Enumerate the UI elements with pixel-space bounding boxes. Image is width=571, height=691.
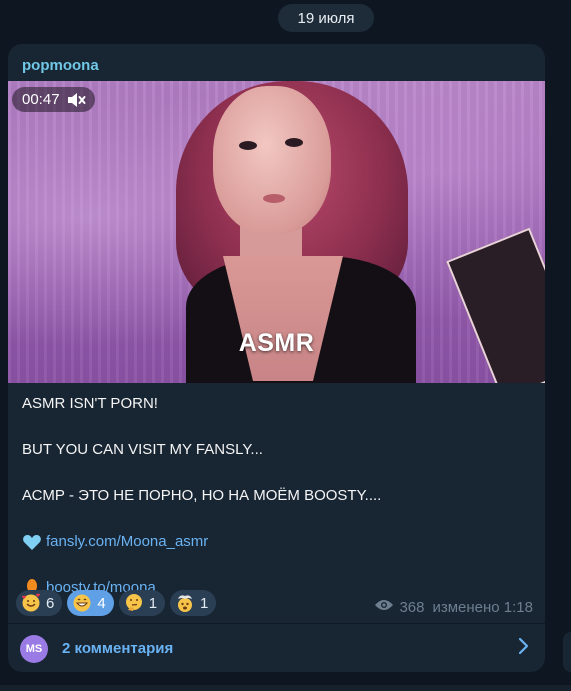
- video-time-badge[interactable]: 00:47: [12, 87, 95, 112]
- views-count: 368: [399, 598, 425, 616]
- date-separator: 19 июля: [278, 4, 374, 32]
- post-meta: 368 изменено 1:18: [374, 598, 533, 616]
- exploding-head-icon: [175, 593, 195, 613]
- reaction-smiling-hearts[interactable]: 6: [16, 590, 63, 616]
- adjacent-panel-edge: [563, 632, 571, 672]
- reaction-count: 1: [148, 594, 158, 612]
- comments-label: 2 комментария: [62, 640, 174, 657]
- channel-name[interactable]: popmoona: [22, 57, 99, 74]
- reaction-count: 1: [200, 594, 209, 612]
- message-line: BUT YOU CAN VISIT MY FANSLY...: [22, 441, 263, 458]
- grinning-face-icon: [72, 593, 92, 613]
- comments-divider: [8, 623, 545, 624]
- video-duration: 00:47: [22, 91, 60, 108]
- message-text: ASMR ISN'T PORN! BUT YOU CAN VISIT MY FA…: [22, 392, 532, 599]
- reaction-exploding-head[interactable]: 1: [170, 590, 217, 616]
- bottom-bar: [0, 685, 571, 691]
- eye-icon: [374, 598, 394, 616]
- comments-button[interactable]: MS 2 комментария: [8, 625, 545, 672]
- reaction-thinking[interactable]: 1: [118, 590, 166, 616]
- reaction-grinning-selected[interactable]: 4: [67, 590, 114, 616]
- fansly-link-row: fansly.com/Moona_asmr: [22, 530, 532, 553]
- commenter-avatar: MS: [20, 634, 48, 663]
- video-player[interactable]: ASMR 00:47: [8, 81, 545, 383]
- message-line: ASMR ISN'T PORN!: [22, 395, 158, 412]
- smiling-face-with-hearts-icon: [21, 593, 41, 613]
- video-figure-face: [213, 86, 331, 234]
- light-blue-heart-icon: [22, 532, 42, 552]
- chevron-right-icon: [517, 637, 529, 660]
- message-line: АСМР - ЭТО НЕ ПОРНО, НО НА МОЁМ BOOSTY..…: [22, 487, 382, 504]
- thinking-face-icon: [124, 593, 144, 613]
- reactions-bar: 6 4 1 1: [16, 590, 217, 616]
- edited-timestamp: изменено 1:18: [432, 598, 533, 616]
- video-overlay-label: ASMR: [238, 329, 315, 357]
- fansly-link[interactable]: fansly.com/Moona_asmr: [46, 530, 208, 553]
- channel-post: popmoona ASMR 00:47 ASMR ISN'T PORN! BUT…: [8, 44, 545, 672]
- muted-speaker-icon[interactable]: [66, 92, 86, 108]
- reaction-count: 4: [97, 594, 106, 612]
- views-counter: 368: [374, 598, 424, 616]
- reaction-count: 6: [46, 594, 55, 612]
